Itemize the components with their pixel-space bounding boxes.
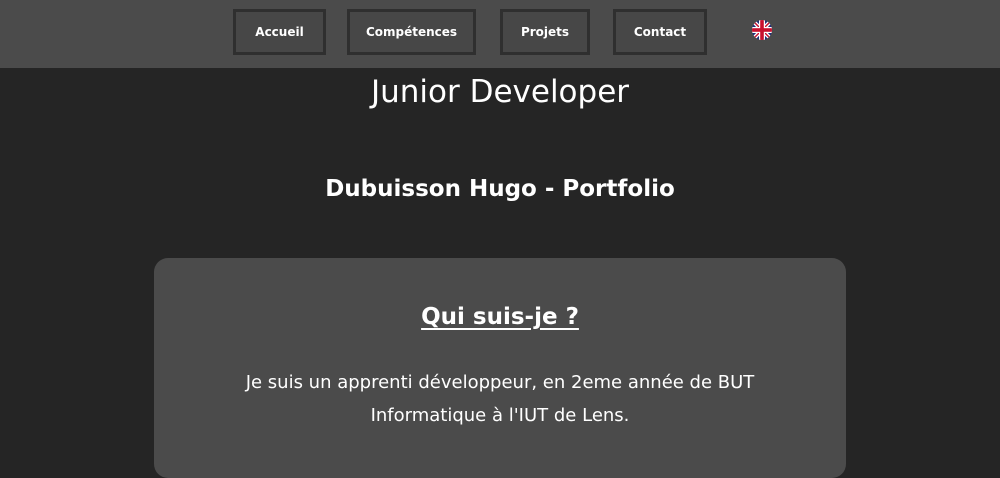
nav-button-projets[interactable]: Projets bbox=[500, 9, 590, 55]
about-card: Qui suis-je ? Je suis un apprenti dévelo… bbox=[154, 258, 846, 478]
page-title: Junior Developer bbox=[370, 74, 630, 110]
about-text: Je suis un apprenti développeur, en 2eme… bbox=[245, 372, 755, 426]
nav-button-accueil[interactable]: Accueil bbox=[233, 9, 326, 55]
nav-button-contact[interactable]: Contact bbox=[613, 9, 707, 55]
top-navbar: Accueil Compétences Projets Contact bbox=[0, 0, 1000, 68]
uk-flag-icon[interactable] bbox=[752, 20, 772, 40]
about-heading: Qui suis-je ? bbox=[421, 304, 579, 330]
nav-button-competences[interactable]: Compétences bbox=[347, 9, 476, 55]
page-subtitle: Dubuisson Hugo - Portfolio bbox=[325, 176, 675, 202]
